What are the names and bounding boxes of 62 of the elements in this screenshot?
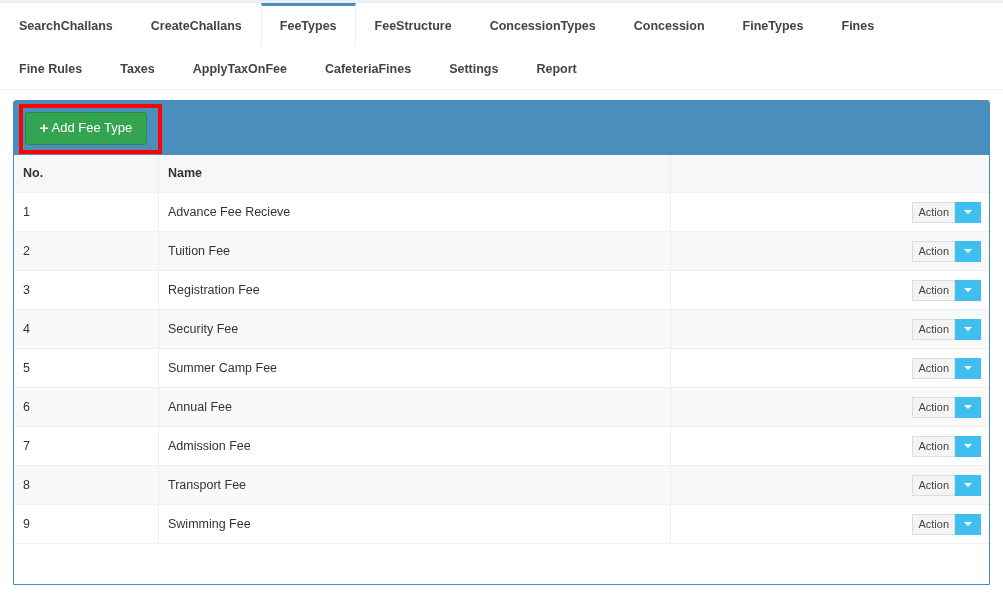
- action-button[interactable]: Action: [912, 357, 955, 379]
- table-cell-text: Annual Fee: [168, 398, 232, 416]
- table-cell-text: 6: [23, 398, 30, 416]
- tab[interactable]: Concession: [614, 3, 724, 46]
- tab[interactable]: Fines: [822, 3, 894, 46]
- caret-icon: [964, 483, 972, 487]
- tab[interactable]: Settings: [430, 46, 518, 89]
- table-cell-text: Swimming Fee: [168, 515, 251, 533]
- caret-icon: [964, 249, 972, 253]
- action-button[interactable]: Action: [912, 435, 955, 457]
- column-header: Name: [168, 165, 203, 183]
- table-cell-text: 5: [23, 359, 30, 377]
- dropdown-toggle[interactable]: [955, 396, 981, 418]
- action-button[interactable]: Action: [912, 513, 955, 535]
- caret-icon: [964, 327, 972, 331]
- tab[interactable]: FineTypes: [723, 3, 823, 46]
- action-button[interactable]: Action: [912, 279, 955, 301]
- tab[interactable]: Fine Rules: [0, 46, 102, 89]
- table-cell-text: 1: [23, 203, 30, 221]
- action-button[interactable]: Action: [912, 318, 955, 340]
- dropdown-toggle[interactable]: [955, 435, 981, 457]
- tab[interactable]: CafeteriaFines: [305, 46, 431, 89]
- dropdown-toggle[interactable]: [955, 279, 981, 301]
- tab[interactable]: Taxes: [101, 46, 174, 89]
- caret-icon: [964, 444, 972, 448]
- tab[interactable]: FeeStructure: [355, 3, 471, 46]
- dropdown-toggle[interactable]: [955, 318, 981, 340]
- dropdown-toggle[interactable]: [955, 513, 981, 535]
- table-cell-text: 4: [23, 320, 30, 338]
- caret-icon: [964, 366, 972, 370]
- table-cell-text: 9: [23, 515, 30, 533]
- dropdown-toggle[interactable]: [955, 201, 981, 223]
- caret-icon: [964, 210, 972, 214]
- table-cell-text: Transport Fee: [168, 476, 247, 494]
- plus-icon: +: [39, 116, 49, 140]
- action-button[interactable]: Action: [912, 240, 955, 262]
- table-cell-text: 2: [23, 242, 30, 260]
- column-header: No.: [23, 165, 44, 183]
- tab[interactable]: ApplyTaxOnFee: [173, 46, 306, 89]
- caret-icon: [964, 288, 972, 292]
- table-cell-text: Registration Fee: [168, 281, 260, 299]
- table-cell-text: Admission Fee: [168, 437, 251, 455]
- caret-icon: [964, 405, 972, 409]
- action-button[interactable]: Action: [912, 201, 955, 223]
- table-cell-text: 8: [23, 476, 30, 494]
- table-cell-text: Security Fee: [168, 320, 239, 338]
- table-cell-text: Summer Camp Fee: [168, 359, 278, 377]
- tab[interactable]: SearchChallans: [0, 3, 132, 46]
- tab[interactable]: FeeTypes: [260, 3, 356, 46]
- action-button[interactable]: Action: [912, 474, 955, 496]
- dropdown-toggle[interactable]: [955, 240, 981, 262]
- table-cell-text: 3: [23, 281, 30, 299]
- table-cell-text: 7: [23, 437, 30, 455]
- tab[interactable]: CreateChallans: [131, 3, 261, 46]
- caret-icon: [964, 522, 972, 526]
- dropdown-toggle[interactable]: [955, 357, 981, 379]
- action-button[interactable]: Action: [912, 396, 955, 418]
- dropdown-toggle[interactable]: [955, 474, 981, 496]
- tab[interactable]: Report: [517, 46, 596, 89]
- table-cell-text: Advance Fee Recieve: [168, 203, 291, 221]
- tab[interactable]: ConcessionTypes: [470, 3, 615, 46]
- table-cell-text: Tuition Fee: [168, 242, 231, 260]
